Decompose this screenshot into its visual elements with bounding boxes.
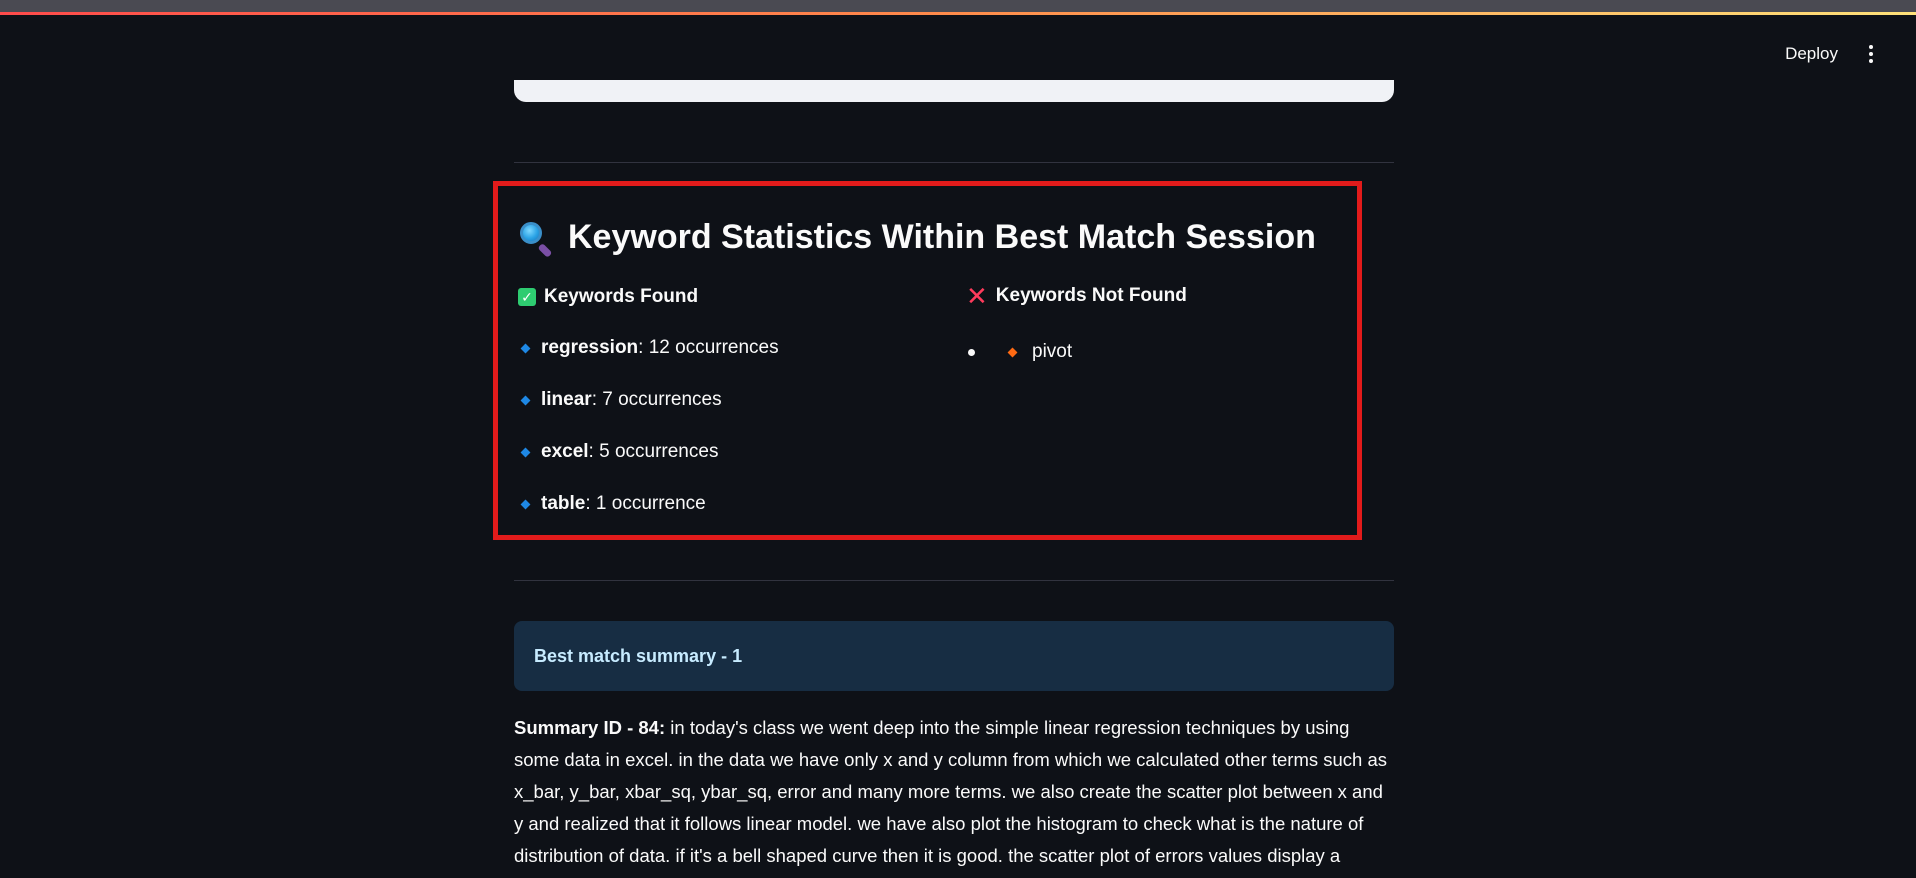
summary-body: in today's class we went deep into the s… <box>514 717 1388 866</box>
found-keyword-item: excel: 5 occurrences <box>520 441 718 463</box>
header-actions: Deploy <box>1785 44 1878 64</box>
found-keyword-item: regression: 12 occurrences <box>520 337 779 359</box>
divider <box>514 162 1394 163</box>
keyword-stats-title-text: Keyword Statistics Within Best Match Ses… <box>568 218 1316 256</box>
bullet-icon <box>968 348 975 356</box>
kebab-menu-icon[interactable] <box>1864 45 1878 63</box>
found-keyword-item: table: 1 occurrence <box>520 493 706 515</box>
summary-id-label: Summary ID - 84: <box>514 717 666 738</box>
summary-box-label: Best match summary - 1 <box>534 645 743 666</box>
summary-text: Summary ID - 84: in today's class we wen… <box>514 712 1394 872</box>
diamond-bullet-icon <box>1007 347 1018 357</box>
diamond-bullet-icon <box>520 395 531 405</box>
deploy-button[interactable]: Deploy <box>1785 44 1838 64</box>
keyword-stats-title: Keyword Statistics Within Best Match Ses… <box>518 218 1316 258</box>
diamond-bullet-icon <box>520 343 531 353</box>
check-icon: ✓ <box>518 288 536 306</box>
best-match-summary-box[interactable]: Best match summary - 1 <box>514 621 1394 691</box>
diamond-bullet-icon <box>520 499 531 509</box>
diamond-bullet-icon <box>520 447 531 457</box>
magnifying-glass-icon <box>518 220 554 258</box>
keywords-not-found-heading: ✕ Keywords Not Found <box>966 281 1187 311</box>
found-keyword-item: linear: 7 occurrences <box>520 389 722 411</box>
not-found-keyword-item: pivot <box>968 341 1072 363</box>
previous-widget-bottom <box>514 80 1394 102</box>
decoration-bar <box>0 12 1916 15</box>
cross-icon: ✕ <box>966 281 988 311</box>
divider <box>514 580 1394 581</box>
keywords-found-heading: ✓ Keywords Found <box>518 286 698 308</box>
